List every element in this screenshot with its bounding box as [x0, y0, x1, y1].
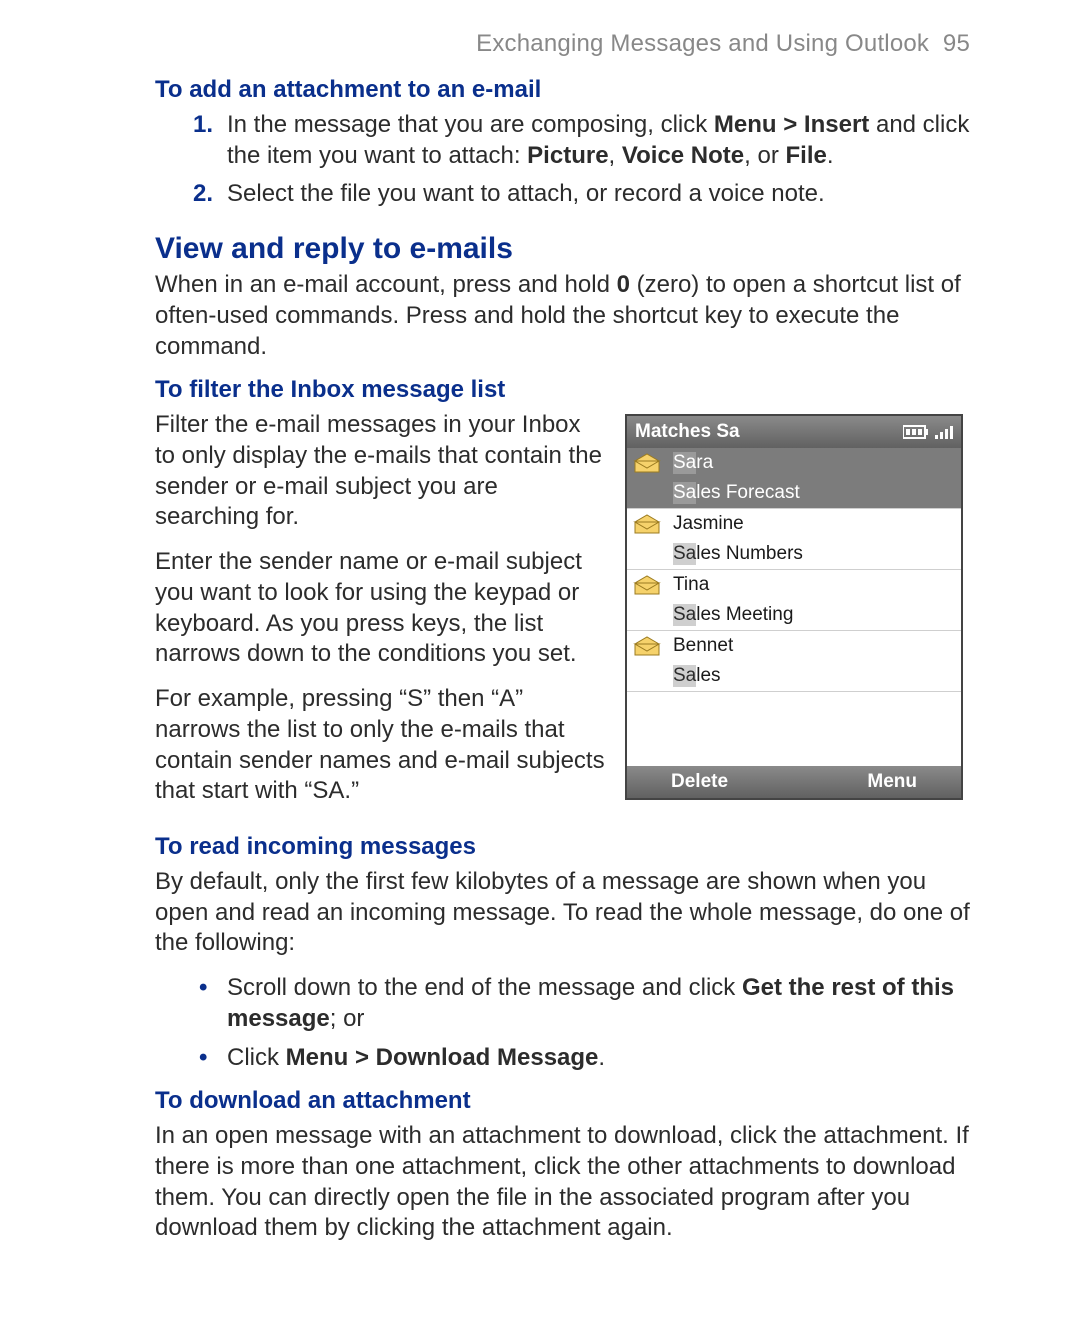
- mail-open-icon: [633, 514, 661, 534]
- sender-highlight: Sa: [673, 452, 696, 474]
- phone-screenshot: Matches Sa Sara: [625, 414, 963, 800]
- phone-title-prefix: Matches: [635, 421, 711, 442]
- subject-rest: les: [696, 665, 720, 686]
- phone-title-query: Sa: [716, 421, 739, 442]
- para-filter-1: Filter the e-mail messages in your Inbox…: [155, 410, 605, 533]
- para-filter-2: Enter the sender name or e-mail subject …: [155, 547, 605, 670]
- phone-softkeys: Delete Menu: [627, 766, 961, 798]
- mail-open-icon: [633, 575, 661, 595]
- list-item[interactable]: Jasmine Sales Numbers: [627, 509, 961, 570]
- softkey-left[interactable]: Delete: [671, 771, 728, 793]
- sender-rest: ra: [696, 452, 713, 473]
- list-item[interactable]: Sara Sales Forecast: [627, 448, 961, 509]
- heading-add-attachment: To add an attachment to an e-mail: [155, 76, 970, 104]
- subject-rest: les Numbers: [696, 543, 803, 564]
- section-title: Exchanging Messages and Using Outlook: [476, 30, 929, 57]
- para-view-reply: When in an e-mail account, press and hol…: [155, 270, 970, 362]
- para-download-1: In an open message with an attachment to…: [155, 1121, 970, 1244]
- subject-rest: les Meeting: [696, 604, 793, 625]
- softkey-right[interactable]: Menu: [867, 771, 917, 793]
- list-empty-area: [627, 692, 961, 766]
- bullet-1: Scroll down to the end of the message an…: [227, 973, 970, 1034]
- page-number: 95: [943, 30, 970, 57]
- mail-open-icon: [633, 453, 661, 473]
- step-1: In the message that you are composing, c…: [227, 110, 970, 171]
- list-item[interactable]: Tina Sales Meeting: [627, 570, 961, 631]
- steps-add-attachment: In the message that you are composing, c…: [155, 110, 970, 210]
- page-header: Exchanging Messages and Using Outlook 95: [155, 30, 970, 58]
- subject-highlight: Sa: [673, 543, 696, 565]
- bullets-read: Scroll down to the end of the message an…: [155, 973, 970, 1073]
- subject-highlight: Sa: [673, 604, 696, 626]
- list-item[interactable]: Bennet Sales: [627, 631, 961, 692]
- bullet-2: Click Menu > Download Message.: [227, 1043, 970, 1074]
- mail-open-icon: [633, 636, 661, 656]
- subject-highlight: Sa: [673, 482, 696, 504]
- heading-download-attachment: To download an attachment: [155, 1087, 970, 1115]
- para-filter-3: For example, pressing “S” then “A” narro…: [155, 684, 605, 807]
- subject-highlight: Sa: [673, 665, 696, 687]
- heading-read-incoming: To read incoming messages: [155, 833, 970, 861]
- heading-filter-inbox: To filter the Inbox message list: [155, 376, 970, 404]
- phone-message-list: Sara Sales Forecast Jasmine Sale: [627, 448, 961, 766]
- step-2: Select the file you want to attach, or r…: [227, 179, 970, 210]
- heading-view-reply: View and reply to e-mails: [155, 232, 970, 266]
- para-read-1: By default, only the first few kilobytes…: [155, 867, 970, 959]
- subject-rest: les Forecast: [696, 482, 799, 503]
- phone-titlebar: Matches Sa: [627, 416, 961, 448]
- battery-icon: [903, 425, 929, 439]
- signal-icon: [935, 425, 953, 439]
- sender-rest: Bennet: [673, 635, 733, 656]
- sender-rest: Tina: [673, 574, 709, 595]
- sender-rest: Jasmine: [673, 513, 744, 534]
